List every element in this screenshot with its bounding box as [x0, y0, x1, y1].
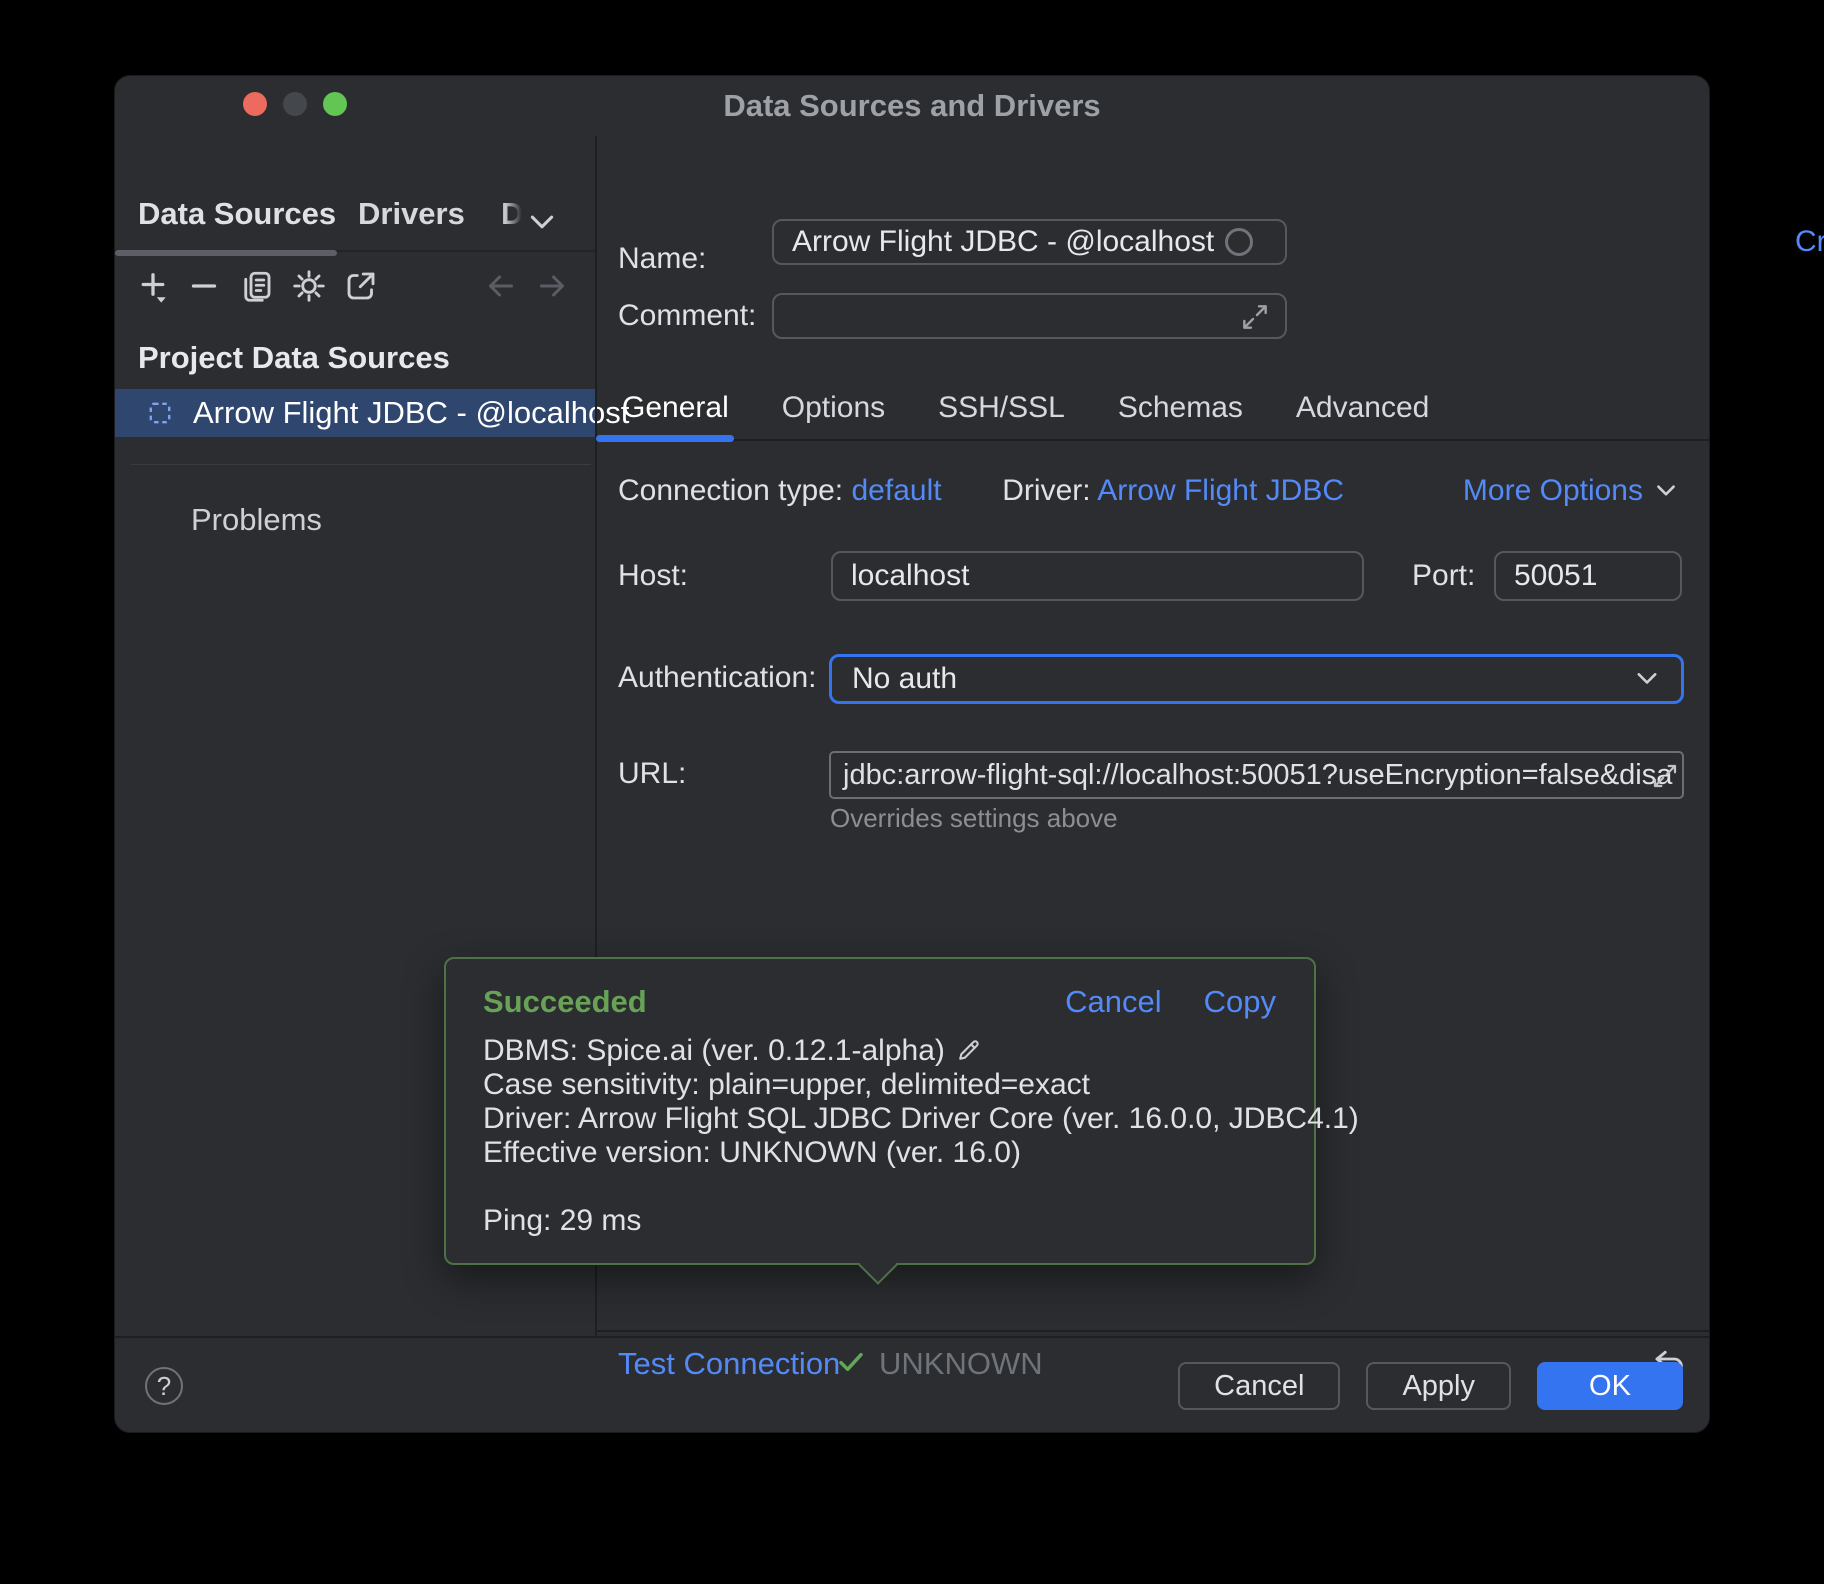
more-options-label[interactable]: More Options: [1463, 474, 1643, 508]
authentication-value: No auth: [852, 662, 957, 696]
duplicate-icon[interactable]: [238, 267, 276, 305]
back-arrow-icon[interactable]: [482, 267, 520, 305]
data-source-item-label: Arrow Flight JDBC - @localhost: [193, 395, 629, 431]
forward-arrow-icon[interactable]: [533, 267, 571, 305]
port-label: Port:: [1412, 559, 1475, 593]
sidebar-item-problems[interactable]: Problems: [191, 502, 322, 538]
progress-spinner-icon: [1225, 228, 1253, 256]
tab-ddl-mappings-truncated[interactable]: D: [501, 196, 523, 232]
apply-button[interactable]: Apply: [1366, 1362, 1511, 1410]
titlebar: Data Sources and Drivers: [115, 76, 1709, 134]
help-button[interactable]: ?: [145, 1367, 183, 1405]
authentication-select[interactable]: No auth: [829, 654, 1684, 704]
ok-button[interactable]: OK: [1537, 1362, 1683, 1410]
help-label: ?: [157, 1371, 171, 1402]
port-input[interactable]: [1494, 551, 1682, 601]
popup-driver-line: Driver: Arrow Flight SQL JDBC Driver Cor…: [483, 1102, 1284, 1136]
tab-options[interactable]: Options: [782, 391, 885, 425]
data-sources-dialog: Data Sources and Drivers Data Sources Dr…: [114, 75, 1710, 1433]
tab-schemas[interactable]: Schemas: [1118, 391, 1243, 425]
url-input[interactable]: jdbc:arrow-flight-sql://localhost:50051?…: [829, 751, 1684, 799]
connection-type-label: Connection type:: [618, 474, 843, 507]
test-connection-popup: Succeeded Cancel Copy DBMS: Spice.ai (ve…: [444, 957, 1316, 1265]
edit-pencil-icon[interactable]: [955, 1036, 983, 1064]
gear-icon[interactable]: [290, 267, 328, 305]
tabs-divider: [595, 439, 1709, 441]
url-hint: Overrides settings above: [830, 803, 1118, 834]
active-form-tab-underline: [596, 435, 734, 442]
chevron-down-icon: [1633, 667, 1661, 691]
url-value: jdbc:arrow-flight-sql://localhost:50051?…: [831, 753, 1682, 797]
tab-ssh-ssl[interactable]: SSH/SSL: [938, 391, 1065, 425]
authentication-label: Authentication:: [618, 661, 816, 695]
tab-drivers[interactable]: Drivers: [358, 196, 465, 232]
screen: Data Sources and Drivers Data Sources Dr…: [0, 0, 1824, 1584]
remove-data-source-button[interactable]: [185, 267, 223, 305]
expand-comment-icon[interactable]: [1239, 301, 1271, 333]
popup-ping-line: Ping: 29 ms: [483, 1204, 1284, 1238]
connection-type-row: Connection type: default Driver: Arrow F…: [618, 474, 1344, 508]
form-tabs: General Options SSH/SSL Schemas Advanced: [622, 391, 1429, 425]
cancel-button[interactable]: Cancel: [1178, 1362, 1340, 1410]
tab-advanced[interactable]: Advanced: [1296, 391, 1429, 425]
url-label: URL:: [618, 757, 686, 791]
open-in-new-window-icon[interactable]: [342, 267, 380, 305]
data-source-item-selected[interactable]: Arrow Flight JDBC - @localhost: [115, 389, 595, 437]
tab-data-sources[interactable]: Data Sources: [138, 196, 336, 232]
popup-cancel-link[interactable]: Cancel: [1065, 984, 1162, 1020]
comment-label: Comment:: [618, 299, 756, 333]
create-ddl-mapping-link[interactable]: Create DDL Mapping: [1795, 225, 1824, 259]
popup-body: DBMS: Spice.ai (ver. 0.12.1-alpha) Case …: [483, 1034, 1284, 1238]
popup-version-line: Effective version: UNKNOWN (ver. 16.0): [483, 1136, 1284, 1170]
driver-label: Driver:: [1002, 474, 1090, 507]
host-label: Host:: [618, 559, 688, 593]
add-data-source-button[interactable]: [134, 267, 172, 305]
host-input[interactable]: [831, 551, 1364, 601]
bottom-bar: ? Cancel Apply OK: [115, 1336, 1709, 1432]
window-title: Data Sources and Drivers: [115, 88, 1709, 124]
sidebar-tabstrip: Data Sources Drivers D: [115, 196, 595, 252]
popup-case-line: Case sensitivity: plain=upper, delimited…: [483, 1068, 1284, 1102]
popup-dbms-line: DBMS: Spice.ai (ver. 0.12.1-alpha): [483, 1034, 945, 1067]
popup-status: Succeeded: [483, 984, 647, 1020]
popup-copy-link[interactable]: Copy: [1204, 984, 1276, 1020]
sidebar-toolbar: [115, 267, 595, 305]
name-input[interactable]: [772, 219, 1287, 265]
name-label: Name:: [618, 242, 706, 276]
comment-input[interactable]: [772, 293, 1287, 339]
chevron-down-icon[interactable]: [527, 210, 557, 234]
active-tab-underline: [115, 250, 337, 256]
data-source-icon: [147, 400, 173, 426]
connection-type-value-link[interactable]: default: [852, 474, 942, 507]
project-data-sources-header: Project Data Sources: [138, 340, 450, 376]
driver-value-link[interactable]: Arrow Flight JDBC: [1097, 474, 1344, 507]
sidebar-divider: [131, 464, 591, 465]
more-options-link[interactable]: More Options: [1463, 474, 1679, 508]
tab-general[interactable]: General: [622, 391, 729, 425]
expand-url-icon[interactable]: [1650, 761, 1680, 791]
chevron-down-icon: [1653, 480, 1679, 502]
